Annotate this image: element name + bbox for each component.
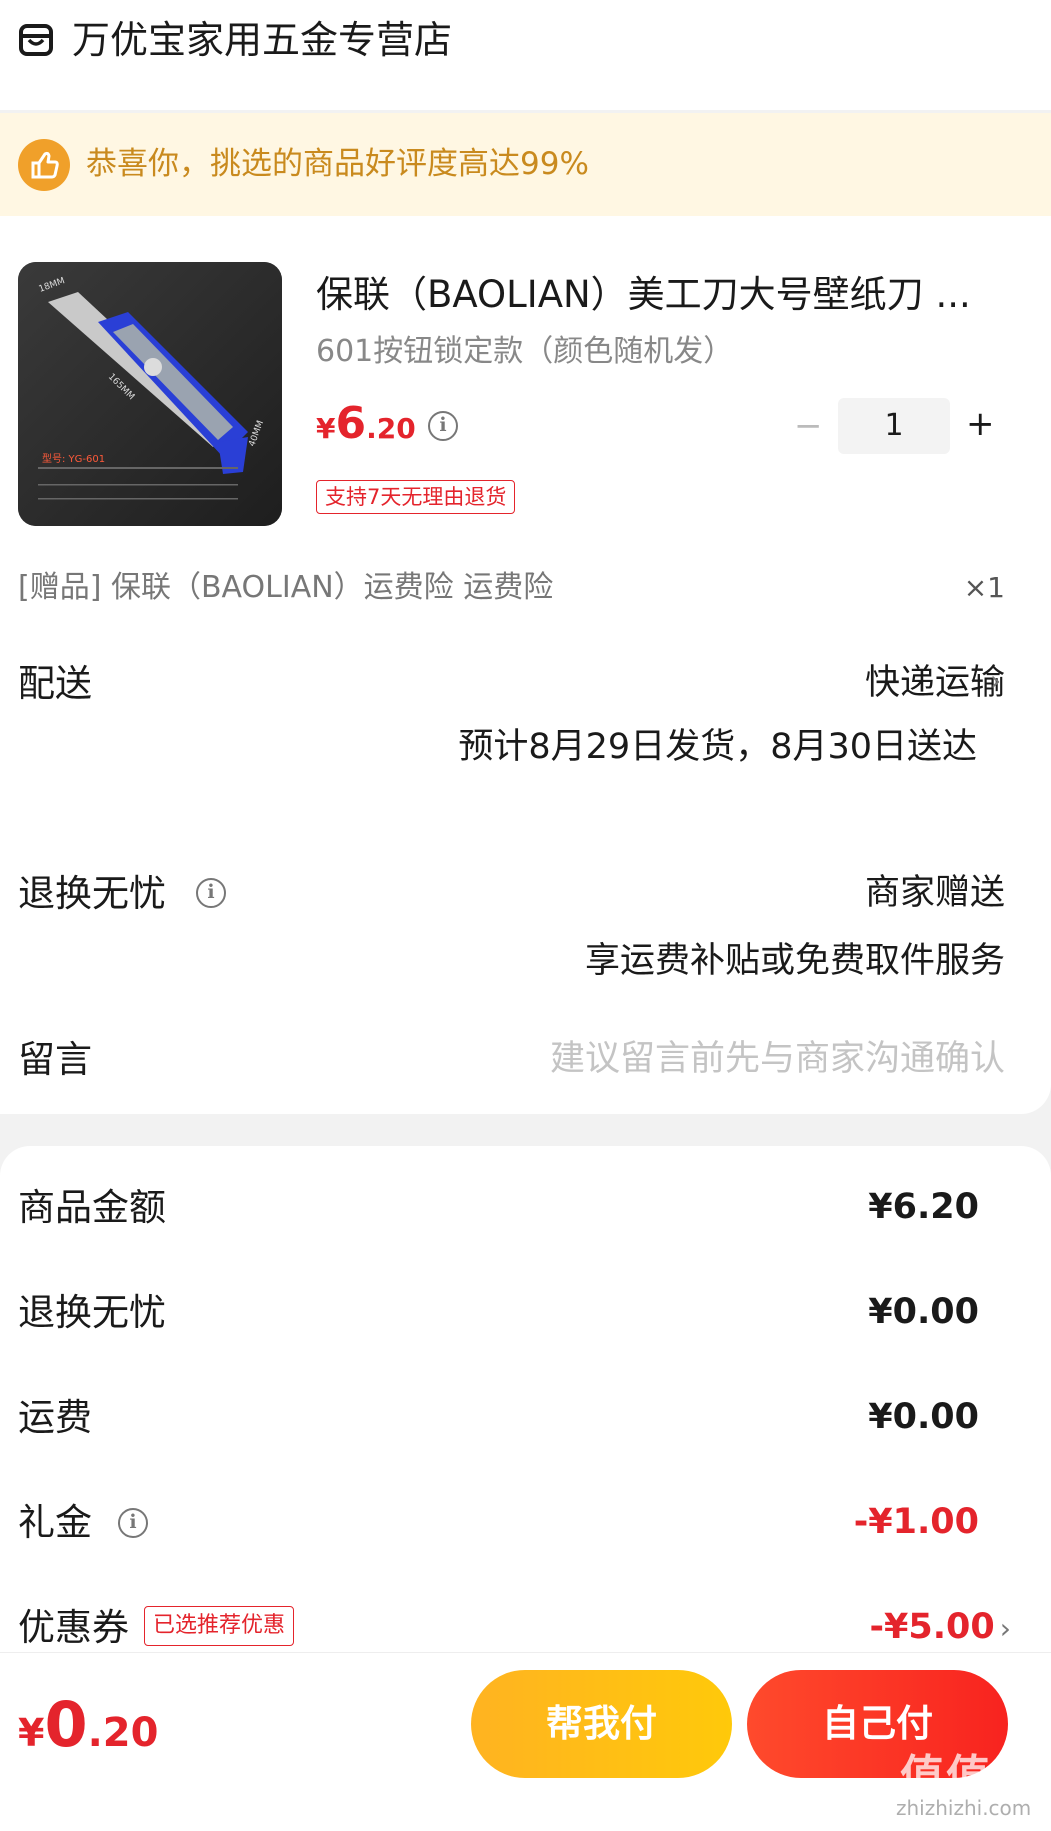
returns-fee-label: 退换无忧 [18, 1291, 166, 1334]
shipping-label: 运费 [18, 1396, 92, 1439]
delivery-label: 配送 [18, 662, 92, 705]
price-info-icon[interactable]: i [428, 411, 458, 441]
message-label: 留言 [18, 1038, 92, 1081]
returns-label: 退换无忧 [18, 872, 166, 915]
watermark-logo: 值值值 [900, 1751, 1038, 1802]
delivery-method-row[interactable]: 快递运输 [865, 658, 1005, 708]
returns-value: 商家赠送 [864, 873, 1005, 913]
store-header[interactable]: 万优宝家用五金专营店 [0, 0, 1051, 110]
praise-banner: 恭喜你，挑选的商品好评度高达99% [0, 113, 1051, 216]
price-decimal: .20 [366, 412, 416, 445]
gift-item: [赠品] 保联（BAOLIAN）运费险 运费险 [18, 570, 554, 605]
gift-quantity: ×1 [963, 571, 1005, 604]
store-icon [19, 24, 53, 56]
total-price: ¥0.20 [18, 1688, 158, 1761]
gift-money-label: 礼金 [18, 1501, 92, 1544]
coupon-row[interactable]: -¥5.00 › [869, 1602, 1011, 1652]
coupon-value: -¥5.00 [869, 1607, 995, 1647]
price-integer: 6 [335, 398, 367, 449]
gift-money-value: -¥1.00 [853, 1502, 979, 1542]
image-model-label: 型号: YG-601 [42, 452, 105, 465]
total-decimal: .20 [87, 1710, 159, 1756]
decrease-quantity-button[interactable]: − [794, 404, 823, 448]
help-me-pay-button[interactable]: 帮我付 [471, 1670, 732, 1778]
goods-amount-value: ¥6.20 [868, 1187, 979, 1227]
shipping-value: ¥0.00 [868, 1397, 979, 1437]
product-spec[interactable]: 601按钮锁定款（颜色随机发） [316, 330, 733, 374]
store-name: 万优宝家用五金专营店 [72, 18, 453, 62]
returns-fee-value: ¥0.00 [868, 1292, 979, 1332]
watermark-url: zhizhizhi.com [896, 1796, 1032, 1820]
coupon-tag: 已选推荐优惠 [144, 1606, 295, 1646]
gift-money-info-icon[interactable]: i [118, 1508, 148, 1538]
total-integer: 0 [44, 1688, 88, 1761]
product-title[interactable]: 保联（BAOLIAN）美工刀大号壁纸刀 ... [316, 270, 996, 320]
returns-info-icon[interactable]: i [196, 878, 226, 908]
delivery-estimate: 预计8月29日发货，8月30日送达 [458, 727, 977, 767]
message-input[interactable]: 建议留言前先与商家沟通确认 [550, 1034, 1005, 1084]
quantity-input[interactable] [838, 398, 950, 454]
coupon-label: 优惠券 [18, 1606, 129, 1649]
product-image[interactable]: 型号: YG-601 18MM 165MM 40MM [18, 262, 282, 526]
goods-amount-label: 商品金额 [18, 1186, 166, 1229]
banner-text: 恭喜你，挑选的商品好评度高达99% [86, 146, 589, 182]
increase-quantity-button[interactable]: + [966, 402, 995, 446]
price-symbol: ¥ [316, 412, 336, 445]
return-policy-tag: 支持7天无理由退货 [316, 480, 516, 514]
chevron-right-icon: › [999, 1612, 1011, 1645]
thumbs-up-icon [18, 139, 70, 191]
total-symbol: ¥ [18, 1711, 45, 1755]
product-price: ¥6.20 [316, 398, 416, 449]
delivery-method: 快递运输 [864, 663, 1005, 703]
chevron-right-icon: › [990, 664, 1002, 697]
returns-detail: 享运费补贴或免费取件服务 [584, 941, 1005, 981]
